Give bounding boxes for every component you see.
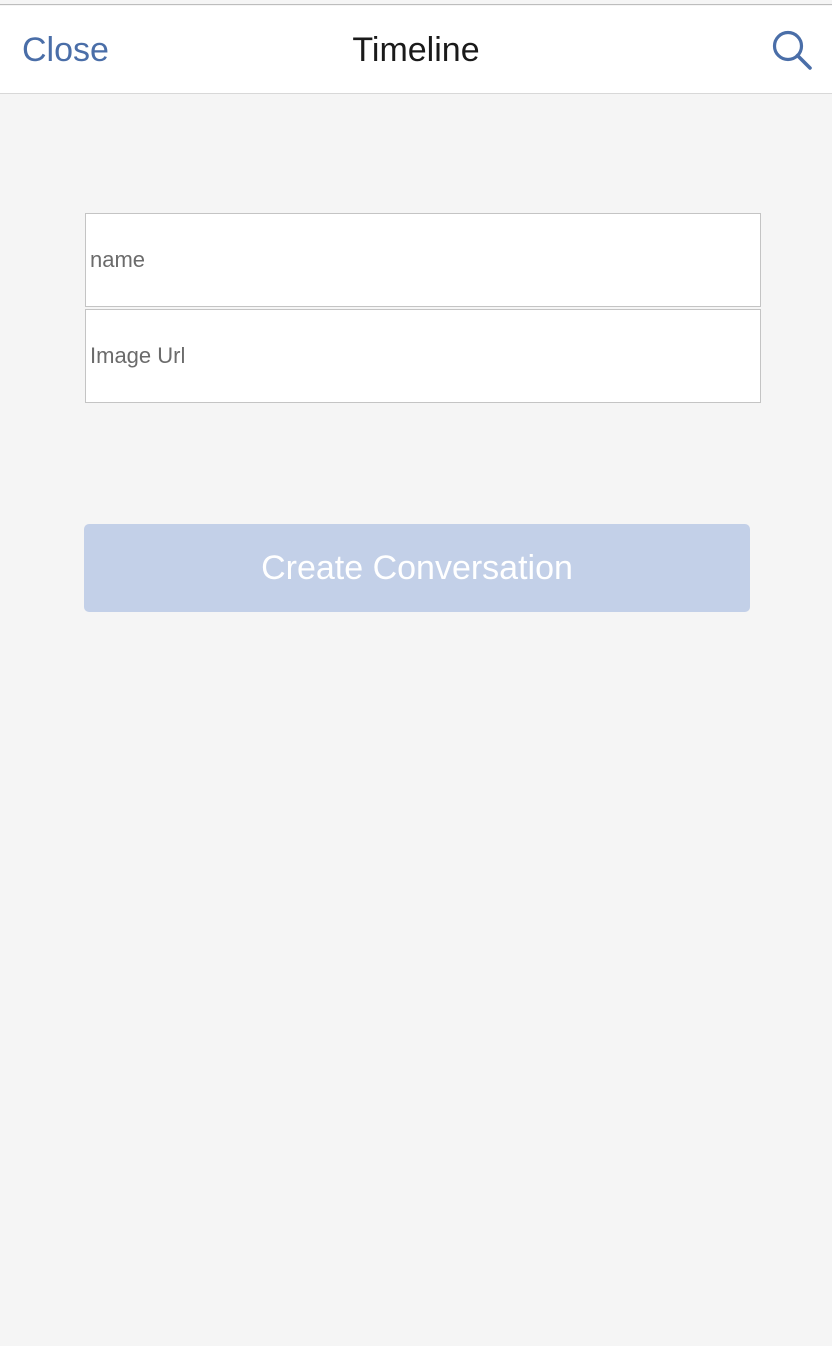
create-conversation-button[interactable]: Create Conversation (84, 524, 750, 612)
page-title: Timeline (352, 31, 480, 69)
image-url-input[interactable] (86, 310, 760, 402)
name-input[interactable] (86, 214, 760, 306)
search-icon (772, 30, 812, 70)
name-field-container (85, 213, 761, 307)
search-button[interactable] (770, 28, 814, 72)
navigation-bar: Close Timeline (0, 6, 832, 94)
status-strip (0, 0, 832, 5)
image-url-field-container (85, 309, 761, 403)
